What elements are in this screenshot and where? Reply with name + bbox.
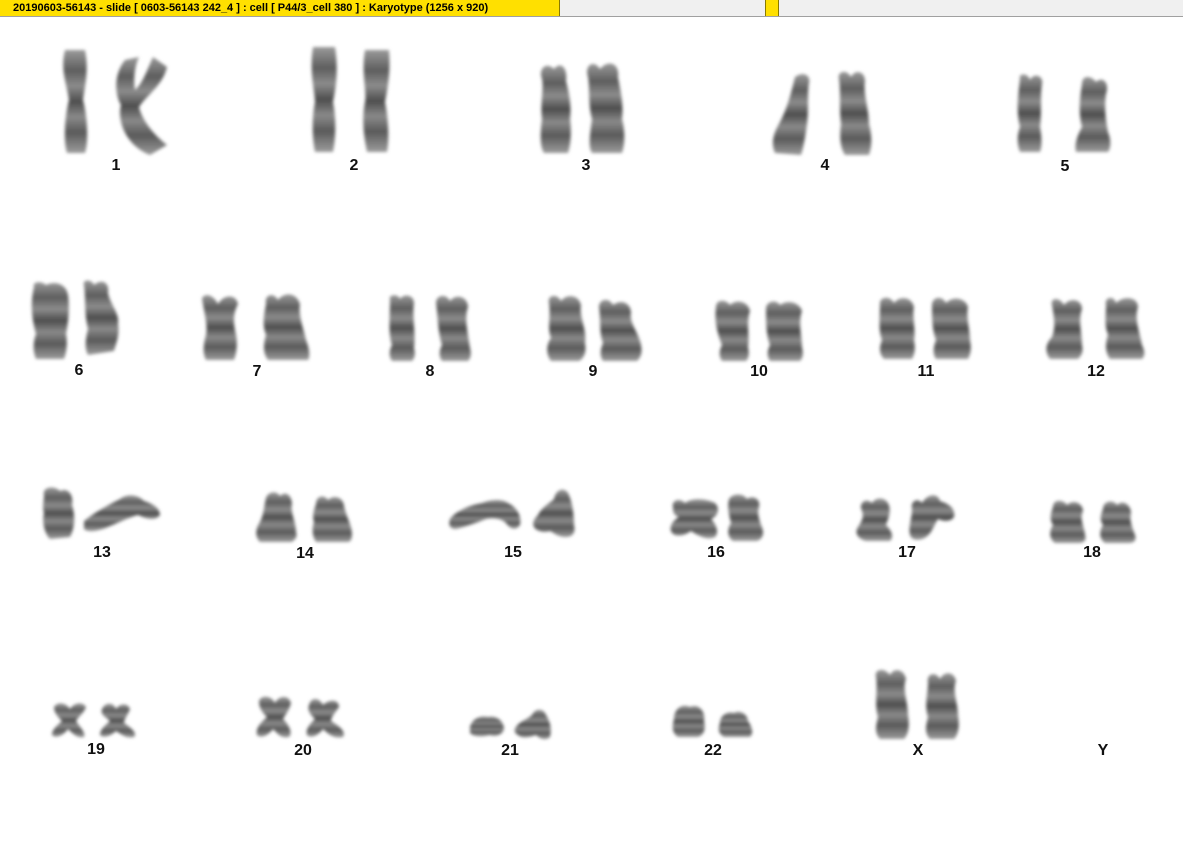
- chromosome-label-12: 12: [1087, 363, 1105, 380]
- chromosome-label-14: 14: [296, 545, 314, 562]
- chromosome-label-16: 16: [707, 544, 725, 561]
- chromosome-label-Y: Y: [1097, 742, 1109, 759]
- chromosome-label-15: 15: [504, 544, 522, 561]
- chromosome-20-image: [256, 696, 344, 738]
- chromosome-8-image: [389, 295, 471, 361]
- chromosome-pair-22[interactable]: 22: [668, 701, 763, 761]
- chromosome-label-11: 11: [917, 363, 935, 380]
- chromosome-label-18: 18: [1083, 544, 1101, 561]
- chromosome-label-4: 4: [820, 157, 830, 174]
- chromosome-1-image: [63, 50, 167, 155]
- chromosome-label-7: 7: [252, 363, 262, 380]
- chromosome-label-21: 21: [501, 742, 519, 759]
- chromosome-label-17: 17: [898, 544, 916, 561]
- chromosome-22-image: [672, 705, 753, 737]
- chromosome-pair-1[interactable]: 1: [55, 45, 175, 175]
- chromosome-label-19: 19: [87, 741, 105, 758]
- chromosome-pair-20[interactable]: 20: [255, 693, 355, 761]
- chromosome-label-9: 9: [588, 363, 598, 380]
- chromosome-pair-11[interactable]: 11: [874, 295, 979, 382]
- chromosome-14-image: [256, 492, 352, 542]
- chromosome-X-image: [875, 669, 959, 739]
- chromosome-label-13: 13: [93, 544, 111, 561]
- chromosome-label-2: 2: [349, 157, 359, 174]
- chromosome-pair-13[interactable]: 13: [38, 485, 168, 563]
- chromosome-label-3: 3: [581, 157, 591, 174]
- chromosome-pair-9[interactable]: 9: [543, 293, 648, 382]
- chromosome-pair-21[interactable]: 21: [466, 705, 561, 761]
- chromosome-pair-15[interactable]: 15: [446, 485, 581, 563]
- chromosome-label-1: 1: [111, 157, 121, 174]
- window-titlebar: 20190603-56143 - slide [ 0603-56143 242_…: [0, 0, 1183, 17]
- chromosome-pair-17[interactable]: 17: [852, 491, 962, 563]
- chromosome-17-image: [856, 495, 955, 541]
- chromosome-pair-X[interactable]: X: [868, 667, 968, 761]
- chromosome-pair-7[interactable]: 7: [196, 290, 316, 382]
- chromosome-18-image: [1050, 500, 1136, 543]
- chromosome-pair-12[interactable]: 12: [1042, 295, 1152, 382]
- chromosome-21-image: [470, 709, 551, 740]
- chromosome-pair-16[interactable]: 16: [667, 493, 777, 563]
- chromosome-pair-6[interactable]: 6: [28, 279, 128, 382]
- chromosome-pair-10[interactable]: 10: [710, 297, 810, 382]
- chromosome-4-image: [772, 71, 872, 155]
- chromosome-pair-2[interactable]: 2: [305, 42, 405, 175]
- chromosome-9-image: [547, 295, 642, 361]
- chromosome-19-image: [52, 703, 136, 738]
- chromosome-12-image: [1046, 297, 1145, 359]
- chromosome-2-image: [311, 47, 390, 152]
- chromosome-10-image: [715, 300, 803, 361]
- secondary-tab[interactable]: [765, 0, 779, 16]
- window-title: 20190603-56143 - slide [ 0603-56143 242_…: [13, 2, 489, 14]
- chromosome-pair-5[interactable]: 5: [1012, 72, 1122, 175]
- chromosome-label-6: 6: [74, 362, 84, 379]
- chromosome-label-10: 10: [750, 363, 768, 380]
- chromosome-pair-3[interactable]: 3: [536, 59, 636, 175]
- chromosome-pair-4[interactable]: 4: [765, 69, 885, 175]
- chromosome-pair-18[interactable]: 18: [1045, 497, 1140, 563]
- chromosome-13-image: [43, 487, 160, 539]
- chromosome-3-image: [540, 63, 625, 153]
- karyotype-canvas: 1 2 3 4 5 6 7 8 9 10 11 12 13 14 15 16 1…: [0, 17, 1183, 855]
- chromosome-label-20: 20: [294, 742, 312, 759]
- chromosome-label-5: 5: [1060, 158, 1070, 175]
- chromosome-15-image: [449, 489, 575, 537]
- chromosome-11-image: [879, 297, 971, 359]
- chromosome-pair-Y[interactable]: Y: [1083, 740, 1123, 761]
- chromosome-label-8: 8: [425, 363, 435, 380]
- chromosome-5-image: [1017, 74, 1111, 152]
- chromosome-pair-14[interactable]: 14: [252, 490, 362, 563]
- chromosome-6-image: [31, 280, 119, 359]
- chromosome-pair-19[interactable]: 19: [50, 699, 145, 761]
- chromosome-7-image: [202, 294, 310, 360]
- chromosome-label-22: 22: [704, 742, 722, 759]
- chromosome-16-image: [670, 494, 764, 541]
- window-title-tab[interactable]: 20190603-56143 - slide [ 0603-56143 242_…: [0, 0, 560, 16]
- chromosome-label-X: X: [912, 742, 924, 759]
- chromosome-pair-8[interactable]: 8: [384, 293, 479, 382]
